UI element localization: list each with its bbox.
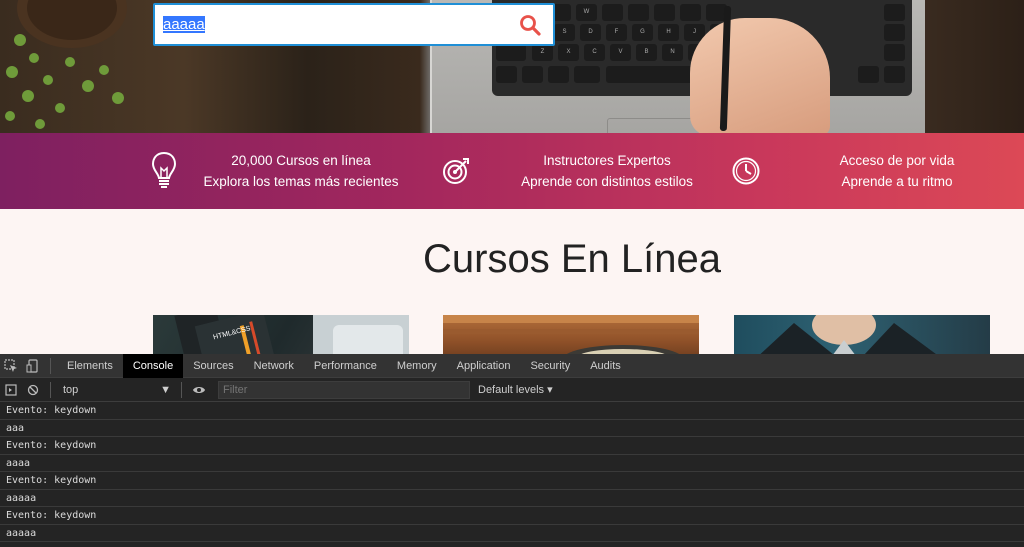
- devtools-panel: Elements Console Sources Network Perform…: [0, 353, 1024, 547]
- course-card-person[interactable]: [734, 315, 990, 354]
- console-message: Evento: keydown: [0, 472, 1024, 490]
- feature-instructors: Instructores Expertos Aprende con distin…: [440, 133, 702, 209]
- feature-access: Acceso de por vida Aprende a tu ritmo: [730, 133, 982, 209]
- feature-courses-title: 20,000 Cursos en línea: [231, 153, 371, 168]
- context-select-value: top: [63, 383, 79, 396]
- dropdown-arrow-icon: ▼: [160, 383, 171, 396]
- inspect-icon: [4, 358, 17, 372]
- courses-title: Cursos En Línea: [423, 237, 721, 281]
- console-toolbar: top ▼ Default levels ▾: [0, 378, 1024, 402]
- tab-memory[interactable]: Memory: [387, 354, 447, 378]
- context-select[interactable]: top ▼: [57, 384, 175, 396]
- console-filter-input[interactable]: [218, 380, 470, 399]
- plant-image: [5, 0, 127, 129]
- console-message: aaaa: [0, 455, 1024, 472]
- levels-arrow-icon: ▾: [547, 384, 553, 396]
- search-input-value: aaaaa: [163, 16, 205, 33]
- log-levels-dropdown[interactable]: Default levels ▾: [478, 383, 553, 396]
- search-icon: [520, 14, 541, 36]
- console-sidebar-button[interactable]: [0, 378, 22, 402]
- sidebar-toggle-icon: [5, 383, 17, 396]
- hero-banner: W A SD FG HJ K Z XC VB NM aaaaa: [0, 0, 1024, 133]
- tab-application[interactable]: Application: [447, 354, 521, 378]
- tab-network[interactable]: Network: [244, 354, 304, 378]
- course-card-food[interactable]: [443, 315, 699, 354]
- device-toolbar-button[interactable]: [22, 354, 44, 378]
- search-input[interactable]: aaaaa: [155, 16, 507, 33]
- device-icon: [26, 358, 38, 373]
- tab-performance[interactable]: Performance: [304, 354, 387, 378]
- course-image-html-css: HTML&CSS: [174, 315, 409, 354]
- live-expression-button[interactable]: [188, 378, 210, 402]
- course-image-food: [443, 315, 699, 354]
- hand-image: [690, 18, 830, 133]
- feature-instructors-title: Instructores Expertos: [543, 153, 671, 168]
- tab-elements[interactable]: Elements: [57, 354, 123, 378]
- tab-console[interactable]: Console: [122, 353, 184, 378]
- inspect-element-button[interactable]: [0, 354, 22, 378]
- courses-section: Cursos En Línea HTML&CSS: [0, 209, 1024, 354]
- clear-icon: [27, 384, 39, 395]
- tab-audits[interactable]: Audits: [580, 354, 631, 378]
- console-message: Evento: keydown: [0, 437, 1024, 455]
- eye-icon: [193, 386, 205, 393]
- course-card-html-css[interactable]: HTML&CSS: [153, 315, 409, 354]
- search-box[interactable]: aaaaa: [153, 3, 555, 46]
- clock-icon: [732, 157, 760, 185]
- feature-access-subtitle: Aprende a tu ritmo: [841, 174, 953, 189]
- lightbulb-icon: [151, 151, 177, 188]
- feature-access-title: Acceso de por vida: [839, 153, 955, 168]
- features-bar: 20,000 Cursos en línea Explora los temas…: [0, 133, 1024, 209]
- devtools-tabbar: Elements Console Sources Network Perform…: [0, 353, 1024, 378]
- log-levels-label: Default levels: [478, 384, 545, 396]
- console-message: Evento: keydown: [0, 507, 1024, 525]
- clear-console-button[interactable]: [22, 378, 44, 402]
- feature-courses: 20,000 Cursos en línea Explora los temas…: [148, 133, 416, 209]
- console-message: Evento: keydown: [0, 402, 1024, 420]
- tab-sources[interactable]: Sources: [183, 354, 243, 378]
- feature-instructors-subtitle: Aprende con distintos estilos: [521, 174, 693, 189]
- console-log: Evento: keydown aaa Evento: keydown aaaa…: [0, 402, 1024, 542]
- console-message: aaa: [0, 420, 1024, 437]
- feature-courses-subtitle: Explora los temas más recientes: [203, 174, 399, 189]
- course-image-person: [760, 315, 936, 354]
- console-message: aaaaa: [0, 490, 1024, 507]
- tab-security[interactable]: Security: [520, 354, 580, 378]
- console-message: aaaaa: [0, 525, 1024, 542]
- search-button[interactable]: [507, 5, 553, 44]
- target-icon: [443, 158, 469, 184]
